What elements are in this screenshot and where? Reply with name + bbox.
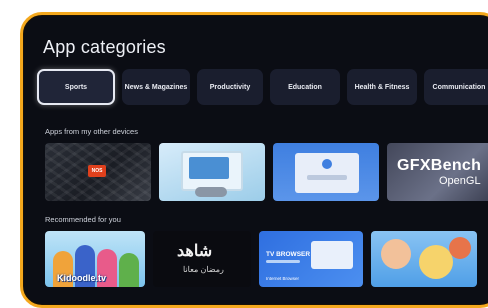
gfxbench-title: GFXBench [397, 157, 482, 174]
tv-screen: App categories Sports News & Magazines P… [20, 12, 488, 308]
monitor-screen-icon [189, 157, 229, 179]
news-badge: NOS [88, 165, 106, 177]
app-card-shahid[interactable]: شاهد رمضان معانا [153, 231, 251, 287]
other-devices-row: NOS GFXBench OpenGL [45, 143, 488, 201]
category-chip-health-fitness[interactable]: Health & Fitness [347, 69, 417, 105]
app-card-kidoodle[interactable]: Kidoodle.tv [45, 231, 145, 287]
character-face-icon [419, 245, 453, 279]
character-face-icon [381, 239, 411, 269]
page-title: App categories [43, 37, 166, 57]
tv-browser-footer: Internet Browser [266, 276, 300, 281]
category-chip-communication[interactable]: Communication [424, 69, 488, 105]
shahid-logo: شاهد [177, 243, 213, 260]
device-screen-icon [311, 241, 353, 269]
category-chip-news-magazines[interactable]: News & Magazines [122, 69, 190, 105]
app-card-cartoon[interactable] [371, 231, 477, 287]
category-chip-productivity[interactable]: Productivity [197, 69, 263, 105]
app-input-bar [307, 175, 347, 180]
section-title-other-devices: Apps from my other devices [45, 127, 138, 136]
section-title-recommended: Recommended for you [45, 215, 121, 224]
tv-browser-subtitle-bar [266, 260, 300, 263]
character-face-icon [449, 237, 471, 259]
category-chip-sports[interactable]: Sports [37, 69, 115, 105]
gamepad-icon [195, 187, 227, 197]
app-card-gfxbench[interactable]: GFXBench OpenGL [387, 143, 488, 201]
shahid-subtitle: رمضان معانا [183, 265, 224, 274]
app-card-tv-browser[interactable]: TV BROWSER Internet Browser [259, 231, 363, 287]
recommended-row: Kidoodle.tv شاهد رمضان معانا TV BROWSER … [45, 231, 477, 287]
app-card-news[interactable]: NOS [45, 143, 151, 201]
app-logo-icon [322, 159, 332, 169]
kidoodle-caption: Kidoodle.tv [57, 273, 106, 283]
tv-browser-title: TV BROWSER [266, 251, 311, 258]
app-card-remote-desktop[interactable] [159, 143, 265, 201]
category-chip-education[interactable]: Education [270, 69, 340, 105]
gfxbench-subtitle: OpenGL [439, 175, 481, 187]
app-card-blue-app[interactable] [273, 143, 379, 201]
category-chips: Sports News & Magazines Productivity Edu… [37, 69, 488, 105]
character-icon [119, 253, 139, 287]
